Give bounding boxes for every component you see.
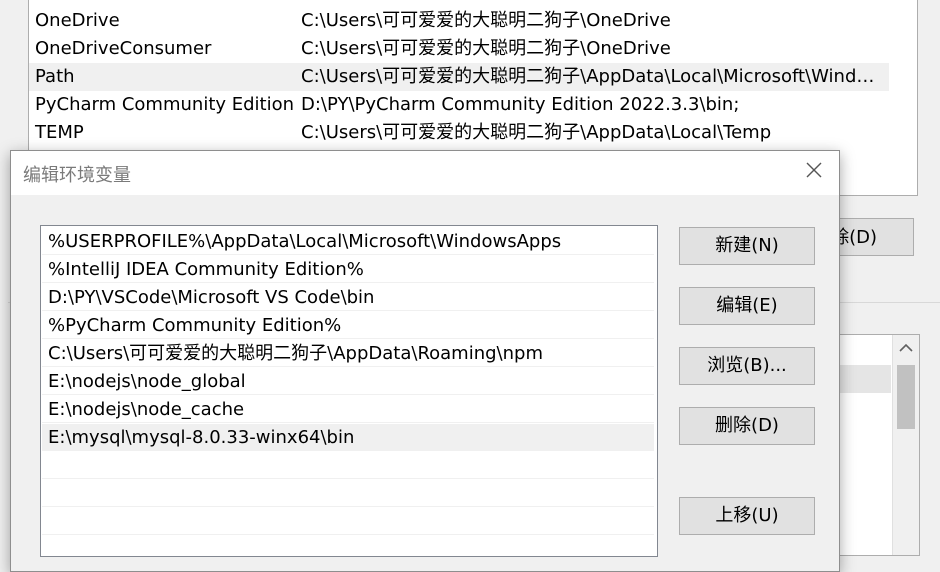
move-up-button[interactable]: 上移(U) bbox=[679, 497, 815, 535]
system-variables-list[interactable] bbox=[830, 334, 920, 556]
list-item[interactable]: %USERPROFILE%\AppData\Local\Microsoft\Wi… bbox=[42, 228, 654, 255]
edit-environment-variable-dialog: 编辑环境变量 %USERPROFILE%\AppData\Local\Micro… bbox=[10, 150, 840, 572]
new-button[interactable]: 新建(N) bbox=[679, 227, 815, 265]
list-item[interactable]: OneDrive C:\Users\可可爱爱的大聪明二狗子\OneDrive bbox=[29, 7, 889, 35]
scrollbar[interactable] bbox=[892, 335, 919, 555]
close-icon[interactable] bbox=[801, 159, 827, 187]
list-item[interactable]: OneDriveConsumer C:\Users\可可爱爱的大聪明二狗子\On… bbox=[29, 35, 889, 63]
variable-value: C:\Users\可可爱爱的大聪明二狗子\AppData\Local\Temp bbox=[301, 122, 772, 143]
scroll-up-icon[interactable] bbox=[893, 335, 919, 363]
variable-name: OneDriveConsumer bbox=[35, 38, 212, 59]
variable-value: C:\Users\可可爱爱的大聪明二狗子\OneDrive bbox=[301, 10, 671, 31]
variable-name: PyCharm Community Edition bbox=[35, 94, 295, 115]
list-item[interactable]: TEMP C:\Users\可可爱爱的大聪明二狗子\AppData\Local\… bbox=[29, 119, 889, 147]
list-item[interactable]: E:\nodejs\node_global bbox=[42, 368, 654, 395]
dialog-title: 编辑环境变量 bbox=[23, 165, 131, 186]
list-item[interactable]: E:\nodejs\node_cache bbox=[42, 396, 654, 423]
list-item[interactable] bbox=[42, 452, 654, 479]
variable-value: C:\Users\可可爱爱的大聪明二狗子\OneDrive bbox=[301, 38, 671, 59]
list-item[interactable]: C:\Users\可可爱爱的大聪明二狗子\AppData\Roaming\npm bbox=[42, 340, 654, 367]
list-item[interactable]: %PyCharm Community Edition% bbox=[42, 312, 654, 339]
list-item[interactable] bbox=[42, 508, 654, 535]
edit-button[interactable]: 编辑(E) bbox=[679, 287, 815, 325]
list-item[interactable]: %IntelliJ IDEA Community Edition% bbox=[42, 256, 654, 283]
list-item[interactable]: PyCharm Community Edition D:\PY\PyCharm … bbox=[29, 91, 889, 119]
list-item[interactable]: E:\mysql\mysql-8.0.33-winx64\bin bbox=[42, 424, 654, 451]
variable-name: Path bbox=[35, 66, 75, 87]
variable-name: TEMP bbox=[35, 122, 84, 143]
list-item[interactable] bbox=[831, 365, 891, 393]
scrollbar-thumb[interactable] bbox=[897, 365, 915, 429]
variable-value: D:\PY\PyCharm Community Edition 2022.3.3… bbox=[301, 94, 740, 115]
path-list[interactable]: %USERPROFILE%\AppData\Local\Microsoft\Wi… bbox=[40, 225, 658, 557]
list-item[interactable] bbox=[42, 480, 654, 507]
browse-button[interactable]: 浏览(B)... bbox=[679, 347, 815, 385]
list-item[interactable]: Path C:\Users\可可爱爱的大聪明二狗子\AppData\Local\… bbox=[29, 63, 889, 91]
delete-button[interactable]: 删除(D) bbox=[679, 407, 815, 445]
variable-name: OneDrive bbox=[35, 10, 120, 31]
title-bar: 编辑环境变量 bbox=[11, 151, 839, 195]
list-item[interactable]: D:\PY\VSCode\Microsoft VS Code\bin bbox=[42, 284, 654, 311]
variable-value: C:\Users\可可爱爱的大聪明二狗子\AppData\Local\Micro… bbox=[301, 66, 883, 87]
